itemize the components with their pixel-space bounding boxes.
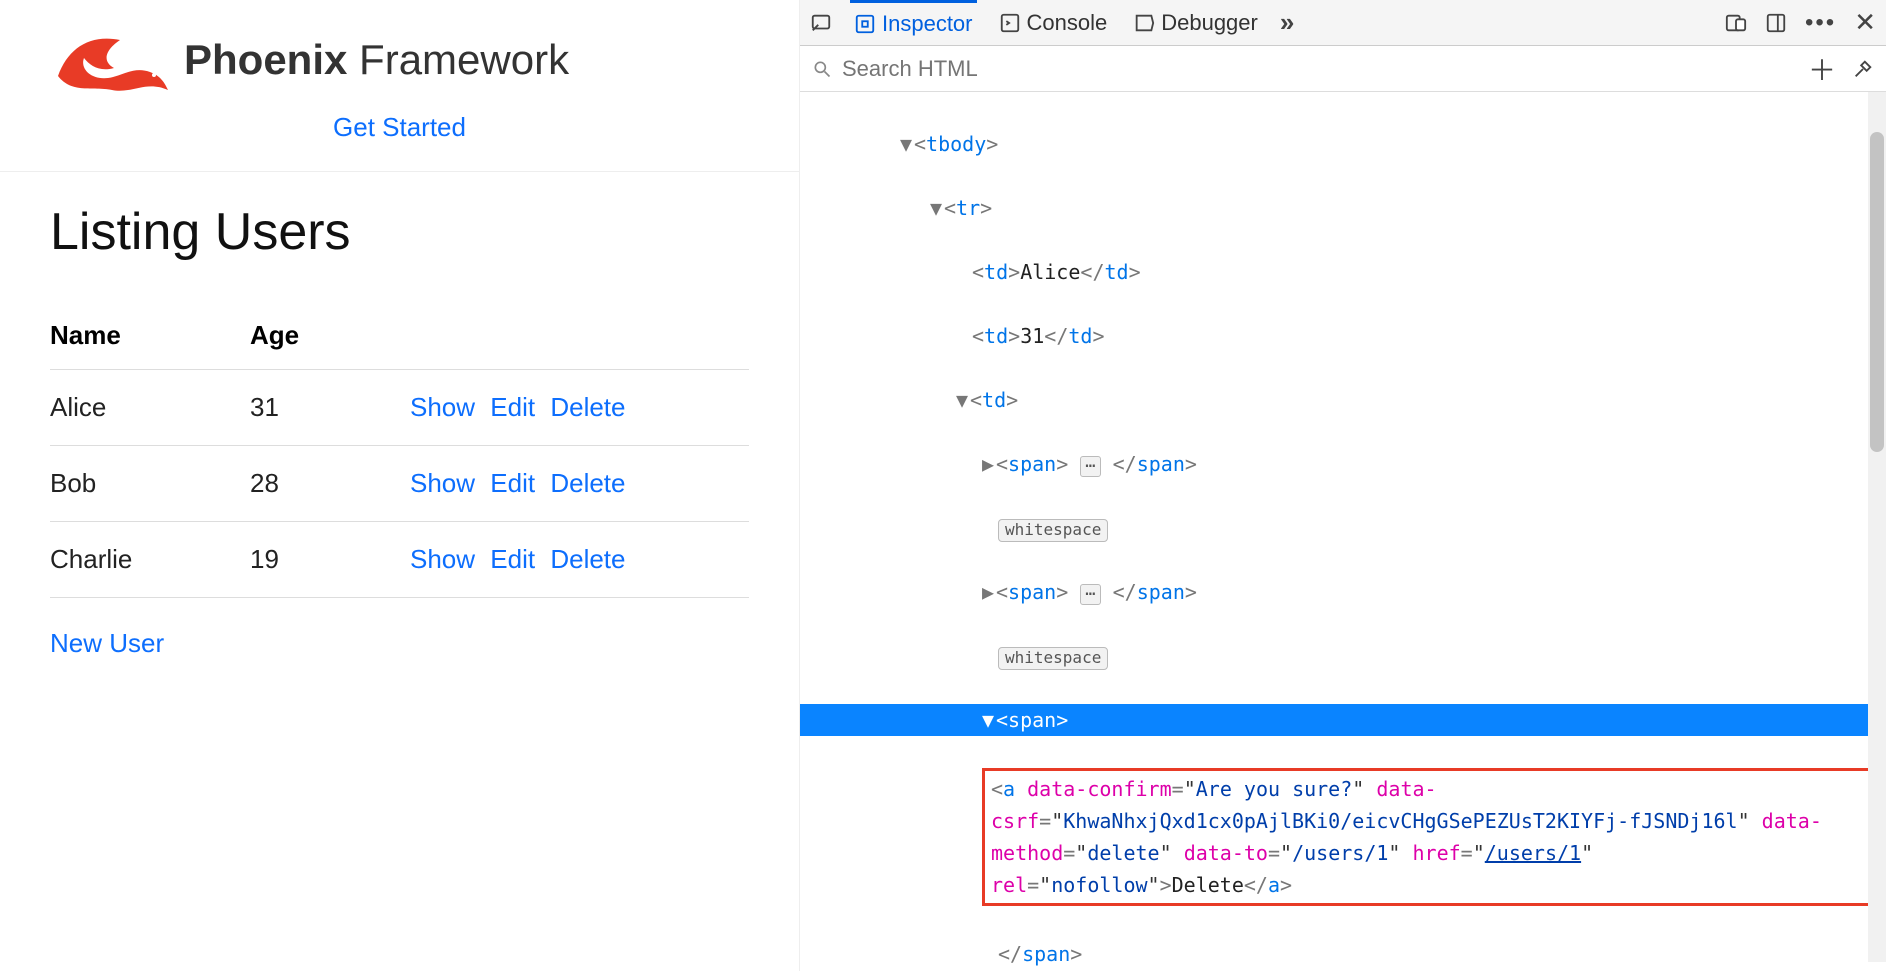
scrollbar-thumb[interactable] — [1870, 132, 1884, 452]
iframe-picker-icon[interactable] — [810, 12, 832, 34]
selected-dom-node: ▼<span> — [800, 704, 1886, 736]
responsive-mode-icon[interactable] — [1725, 12, 1747, 34]
page-title: Listing Users — [50, 202, 749, 262]
tab-console[interactable]: Console — [995, 0, 1112, 45]
get-started-link[interactable]: Get Started — [50, 112, 749, 143]
show-link[interactable]: Show — [410, 544, 475, 574]
phoenix-app-panel: Phoenix Framework Get Started Listing Us… — [0, 0, 800, 971]
add-node-icon[interactable]: ＋ — [1808, 49, 1836, 89]
devtools-search-bar: ＋ — [800, 46, 1886, 92]
tab-debugger-label: Debugger — [1161, 10, 1258, 36]
delete-link[interactable]: Delete — [550, 544, 625, 574]
tab-inspector[interactable]: Inspector — [850, 0, 977, 45]
table-row: Charlie 19 Show Edit Delete — [50, 522, 749, 598]
kebab-menu-icon[interactable]: ••• — [1805, 9, 1836, 37]
th-actions — [410, 302, 749, 370]
logo-text-bold: Phoenix — [184, 36, 347, 83]
cell-actions: Show Edit Delete — [410, 522, 749, 598]
close-devtools-icon[interactable]: ✕ — [1854, 7, 1876, 38]
logo-text: Phoenix Framework — [184, 36, 569, 84]
search-html-input[interactable] — [842, 56, 1798, 82]
logo-row: Phoenix Framework — [50, 20, 749, 100]
tab-inspector-label: Inspector — [882, 11, 973, 37]
th-name: Name — [50, 302, 250, 370]
cell-name: Charlie — [50, 522, 250, 598]
show-link[interactable]: Show — [410, 468, 475, 498]
tab-console-label: Console — [1027, 10, 1108, 36]
vertical-scrollbar[interactable] — [1868, 92, 1886, 962]
edit-link[interactable]: Edit — [490, 392, 535, 422]
table-row: Alice 31 Show Edit Delete — [50, 370, 749, 446]
tab-debugger[interactable]: Debugger — [1129, 0, 1262, 45]
highlighted-anchor-node: <a data-confirm="Are you sure?" data-csr… — [982, 768, 1874, 906]
more-tabs-icon[interactable]: » — [1280, 7, 1294, 38]
app-main: Listing Users Name Age Alice 31 Show Edi… — [0, 172, 799, 689]
dom-tree[interactable]: ▼<tbody> ▼<tr> <td>Alice</td> <td>31</td… — [800, 92, 1886, 971]
edit-link[interactable]: Edit — [490, 544, 535, 574]
logo-text-light: Framework — [359, 36, 569, 83]
show-link[interactable]: Show — [410, 392, 475, 422]
cell-age: 19 — [250, 522, 410, 598]
dock-side-icon[interactable] — [1765, 12, 1787, 34]
cell-actions: Show Edit Delete — [410, 370, 749, 446]
new-user-link[interactable]: New User — [50, 628, 164, 659]
edit-link[interactable]: Edit — [490, 468, 535, 498]
delete-link[interactable]: Delete — [550, 468, 625, 498]
th-age: Age — [250, 302, 410, 370]
table-row: Bob 28 Show Edit Delete — [50, 446, 749, 522]
cell-age: 28 — [250, 446, 410, 522]
phoenix-logo-icon — [50, 20, 170, 100]
whitespace-badge: whitespace — [998, 647, 1108, 670]
app-header: Phoenix Framework Get Started — [0, 0, 799, 172]
devtools-toolbar: Inspector Console Debugger » ••• ✕ — [800, 0, 1886, 46]
delete-link[interactable]: Delete — [550, 392, 625, 422]
cell-name: Alice — [50, 370, 250, 446]
users-table: Name Age Alice 31 Show Edit Delete Bob — [50, 302, 749, 598]
devtools-panel: Inspector Console Debugger » ••• ✕ ＋ — [800, 0, 1886, 971]
cell-actions: Show Edit Delete — [410, 446, 749, 522]
whitespace-badge: whitespace — [998, 519, 1108, 542]
cell-age: 31 — [250, 370, 410, 446]
eyedropper-icon[interactable] — [1852, 58, 1874, 80]
search-icon — [812, 59, 832, 79]
cell-name: Bob — [50, 446, 250, 522]
